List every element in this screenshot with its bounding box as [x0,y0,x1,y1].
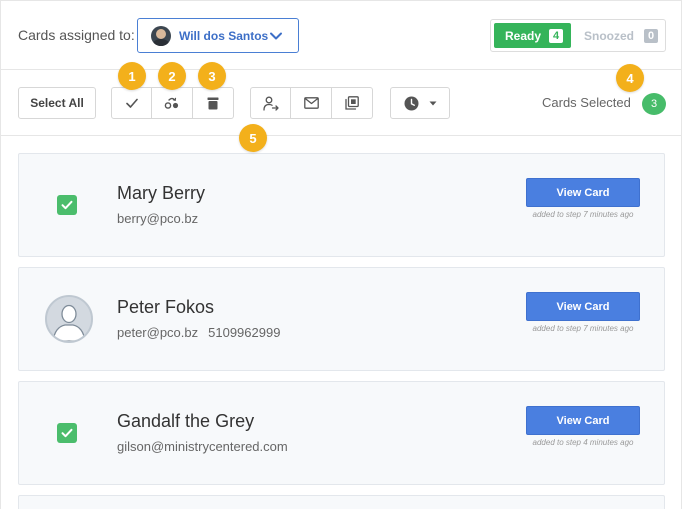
person-contact: gilson@ministrycentered.com [117,439,288,454]
email-icon [303,97,319,109]
person-contact: berry@pco.bz [117,211,198,226]
person-phone: 5109962999 [208,325,281,340]
assignee-avatar [151,25,171,46]
checkmark-icon [61,428,73,438]
cards-selected-count: 3 [642,93,666,115]
card-select-checkbox[interactable] [57,195,77,215]
cards-panel: Cards assigned to: Will dos Santos Ready… [0,0,682,509]
view-card-button[interactable]: View Card [526,292,640,321]
clock-icon [404,96,418,110]
delete-button[interactable] [193,87,234,119]
person-name: Gandalf the Grey [117,411,255,431]
list-item: Peter Fokos peter@pco.bz 5109962999 View … [18,267,665,371]
caret-down-icon [429,101,436,105]
bulk-copy-icon [345,96,359,110]
card-actions-group [111,87,234,119]
default-avatar-icon [47,297,91,341]
ready-label: Ready [505,28,542,43]
assignee-name: Will dos Santos [179,28,269,43]
complete-button[interactable] [111,87,152,119]
reassign-icon [262,96,279,111]
check-icon [125,98,138,108]
snoozed-label: Snoozed [584,28,634,43]
callout-badge-2: 2 [158,62,186,90]
card-select-checkbox[interactable] [57,423,77,443]
step-icon [164,97,179,109]
email-button[interactable] [291,87,332,119]
chevron-down-icon [270,32,282,40]
trash-icon [207,97,219,110]
panel-header: Cards assigned to: Will dos Santos Ready… [1,1,681,70]
snoozed-count-badge: 0 [644,28,659,43]
person-contact: peter@pco.bz 5109962999 [117,325,280,340]
view-card-button[interactable]: View Card [526,406,640,435]
move-step-button[interactable] [152,87,193,119]
person-name: Mary Berry [117,183,206,203]
list-item: Gandalf the Grey gilson@ministrycentered… [18,381,665,485]
cards-selected-label: Cards Selected [542,95,631,110]
person-email: berry@pco.bz [117,211,199,226]
person-name: Peter Fokos [117,297,215,317]
added-timestamp: added to step 4 minutes ago [532,438,634,447]
list-item [18,495,665,509]
reassign-button[interactable] [250,87,291,119]
callout-badge-3: 3 [198,62,226,90]
snoozed-tab[interactable]: Snoozed 0 [584,23,664,48]
bulk-copy-button[interactable] [332,87,373,119]
checkmark-icon [61,200,73,210]
ready-tab[interactable]: Ready 4 [494,23,571,48]
callout-badge-1: 1 [118,62,146,90]
list-item: Mary Berry berry@pco.bz View Card added … [18,153,665,257]
avatar [45,295,93,343]
callout-badge-5: 5 [239,124,267,152]
view-card-button[interactable]: View Card [526,178,640,207]
snooze-dropdown-button[interactable] [390,87,450,119]
callout-badge-4: 4 [616,64,644,92]
person-email: gilson@ministrycentered.com [117,439,288,454]
ready-count-badge: 4 [549,28,564,43]
added-timestamp: added to step 7 minutes ago [532,324,634,333]
person-actions-group [250,87,373,119]
select-all-button[interactable]: Select All [18,87,96,119]
bulk-toolbar: Select All Cards Selected 3 [1,70,681,136]
person-email: peter@pco.bz [117,325,199,340]
card-list: Mary Berry berry@pco.bz View Card added … [1,137,681,509]
assignee-dropdown[interactable]: Will dos Santos [137,18,299,53]
assigned-label: Cards assigned to: [18,27,135,43]
added-timestamp: added to step 7 minutes ago [532,210,634,219]
status-toggle: Ready 4 Snoozed 0 [490,19,666,52]
